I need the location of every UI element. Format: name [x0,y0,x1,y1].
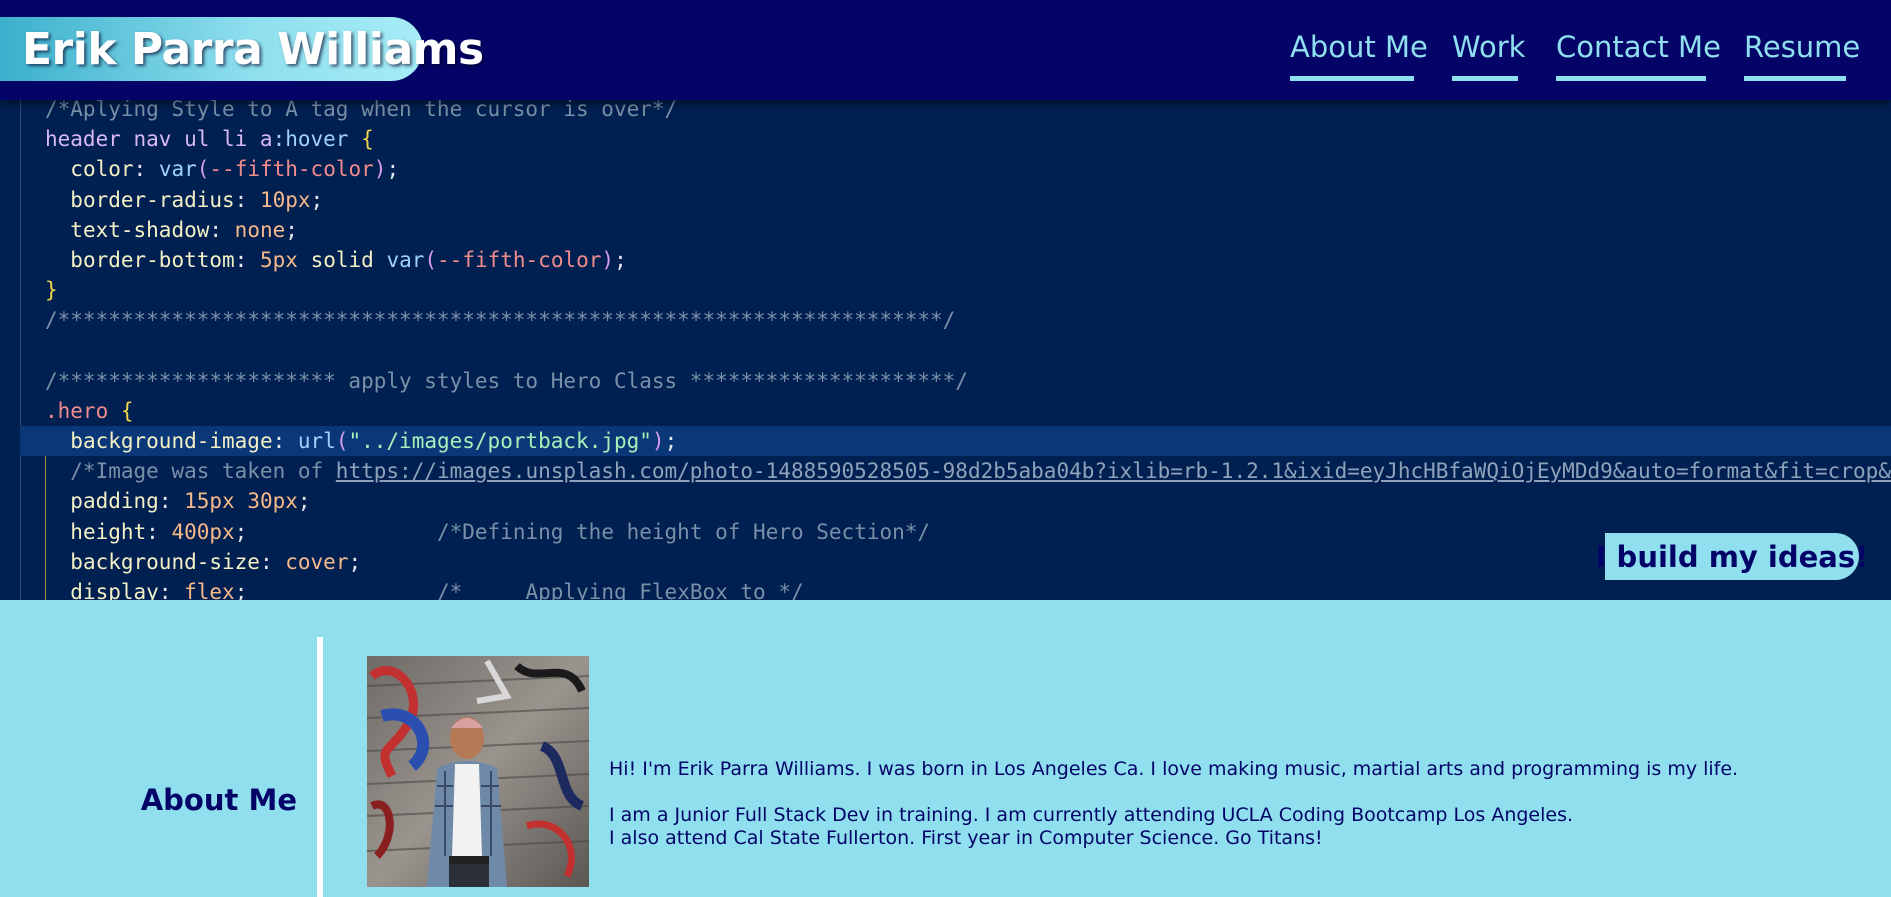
hero-tagline: I build my ideas! [1596,533,1868,580]
about-section: About Me Hi! I'm Erik Parra Williams. I … [0,600,1891,897]
code-line: border-bottom: 5px solid var(--fifth-col… [70,247,627,272]
site-header: Erik Parra Williams About Me Work Contac… [0,0,1891,100]
code-line: display: flex; /* Applying FlexBox to */ [70,580,804,600]
about-paragraph: I also attend Cal State Fullerton. First… [609,827,1323,849]
about-divider [317,637,323,897]
code-line: /***************************************… [45,308,956,333]
code-line: /********************** apply styles to … [45,368,968,393]
hero-background-code: /*Aplying Style to A tag when the cursor… [20,100,1891,600]
code-line: } [45,278,58,303]
code-line: text-shadow: none; [70,217,298,242]
about-paragraph: Hi! I'm Erik Parra Williams. I was born … [609,758,1739,780]
code-line: /*Image was taken of https://images.unsp… [45,459,1891,484]
profile-photo [367,656,589,887]
code-line: color: var(--fifth-color); [70,157,400,182]
code-line: border-radius: 10px; [70,187,324,212]
editor-gutter-line [20,100,21,600]
hero-section: /*Aplying Style to A tag when the cursor… [0,100,1891,600]
about-text: Hi! I'm Erik Parra Williams. I was born … [609,758,1809,850]
about-paragraph: I am a Junior Full Stack Dev in training… [609,804,1574,826]
code-line: /*Aplying Style to A tag when the cursor… [45,100,678,121]
code-line: .hero { [45,398,134,423]
nav-link-resume[interactable]: Resume [1744,26,1860,81]
code-line-highlighted: background-image: url("../images/portbac… [20,426,1891,457]
brand-logo[interactable]: Erik Parra Williams [0,17,484,81]
code-line: padding: 15px 30px; [70,489,311,514]
nav-link-contact-me[interactable]: Contact Me [1556,26,1721,81]
nav-link-work[interactable]: Work [1452,26,1525,81]
about-heading: About Me [140,783,297,817]
brand-name: Erik Parra Williams [22,23,484,75]
profile-photo-graphic [367,656,589,887]
code-line: header nav ul li a:hover { [45,127,374,152]
nav-link-about-me[interactable]: About Me [1290,26,1428,81]
